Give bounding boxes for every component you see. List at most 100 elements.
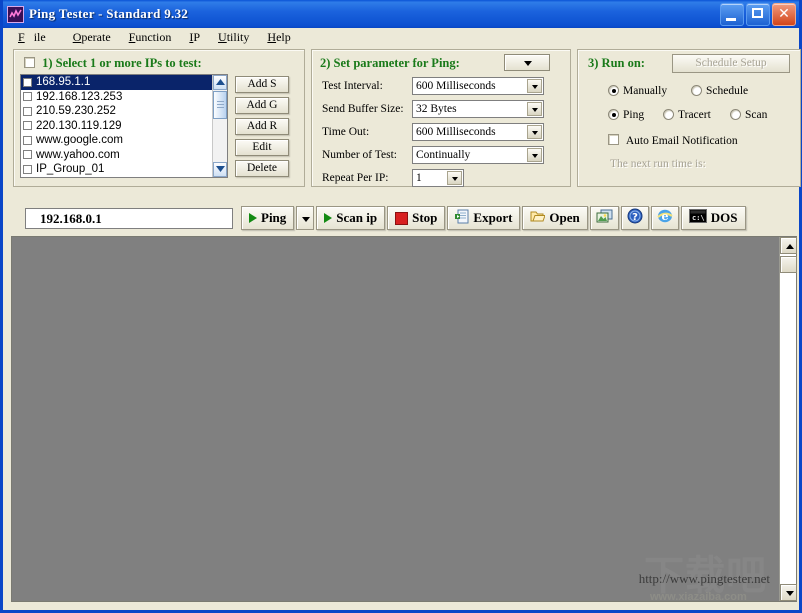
svg-text:?: ? xyxy=(632,212,638,223)
results-area: 下载吧 www.xiazaiba.com http://www.pingtest… xyxy=(11,236,797,603)
menu-item-help[interactable]: Help xyxy=(258,29,299,46)
results-scrollbar[interactable] xyxy=(779,237,797,601)
chevron-down-icon[interactable] xyxy=(447,171,462,185)
row-checkbox[interactable] xyxy=(23,77,32,87)
select-ips-group: 1) Select 1 or more IPs to test: 168.95.… xyxy=(13,49,305,187)
number-of-test-label: Number of Test: xyxy=(322,149,397,161)
ping-button[interactable]: Ping xyxy=(241,206,295,230)
screenshot-button[interactable] xyxy=(589,206,619,230)
run-on-group: 3) Run on: Schedule Setup Manually Sched… xyxy=(577,49,801,187)
ping-parameters-group: 2) Set parameter for Ping: Test Interval… xyxy=(311,49,571,187)
number-of-test-combo[interactable]: Continually xyxy=(412,146,544,164)
menu-item-operate[interactable]: Operate xyxy=(64,29,120,46)
row-checkbox[interactable] xyxy=(23,121,32,131)
ping-dropdown-button[interactable] xyxy=(296,206,315,230)
menu-item-ip[interactable]: IP xyxy=(180,29,209,46)
application-window: Ping Tester - Standard 9.32 File Operate… xyxy=(0,0,802,613)
browser-button[interactable]: e xyxy=(650,206,679,230)
dos-button[interactable]: c:\ DOS xyxy=(680,206,746,230)
edit-button[interactable]: Edit xyxy=(235,139,289,156)
row-checkbox[interactable] xyxy=(23,164,32,174)
send-buffer-size-combo[interactable]: 32 Bytes xyxy=(412,100,544,118)
radio-scan[interactable]: Scan xyxy=(730,109,767,121)
menu-bar: File Operate Function IP Utility Help xyxy=(3,28,799,47)
product-url-watermark: http://www.pingtester.net xyxy=(638,571,770,586)
radio-ping[interactable]: Ping xyxy=(608,109,644,121)
export-button[interactable]: Export xyxy=(447,206,521,230)
list-item-label: 192.168.123.253 xyxy=(36,90,123,103)
schedule-setup-button[interactable]: Schedule Setup xyxy=(672,54,790,73)
row-checkbox[interactable] xyxy=(23,106,32,116)
number-of-test-value: Continually xyxy=(416,149,471,161)
image-capture-icon xyxy=(596,209,613,228)
scroll-thumb-button[interactable] xyxy=(780,256,797,273)
close-button[interactable] xyxy=(772,3,796,26)
list-scrollbar[interactable] xyxy=(212,75,227,177)
radio-dot-icon xyxy=(691,85,702,96)
scroll-down-arrow-icon[interactable] xyxy=(780,584,797,601)
run-on-title: 3) Run on: xyxy=(588,56,645,70)
select-all-checkbox[interactable] xyxy=(24,57,35,68)
chevron-down-icon[interactable] xyxy=(527,102,542,116)
scrollbar-thumb[interactable] xyxy=(213,91,227,119)
scroll-up-arrow-icon[interactable] xyxy=(780,237,797,254)
list-item-label: 220.130.119.129 xyxy=(36,119,122,132)
add-s-button[interactable]: Add S xyxy=(235,76,289,93)
list-item[interactable]: 210.59.230.252 xyxy=(21,104,227,119)
test-interval-label: Test Interval: xyxy=(322,80,383,92)
radio-dot-icon xyxy=(608,85,619,96)
radio-dot-icon xyxy=(730,109,741,120)
time-out-combo[interactable]: 600 Milliseconds xyxy=(412,123,544,141)
play-triangle-icon xyxy=(249,213,257,223)
ip-listbox[interactable]: 168.95.1.1 192.168.123.253 210.59.230.25… xyxy=(20,74,228,178)
scroll-up-arrow-icon[interactable] xyxy=(213,75,227,90)
list-item[interactable]: 168.95.1.1 xyxy=(21,75,227,90)
ping-parameters-title: 2) Set parameter for Ping: xyxy=(320,56,460,70)
menu-item-function[interactable]: Function xyxy=(120,29,181,46)
add-r-button[interactable]: Add R xyxy=(235,118,289,135)
radio-manually[interactable]: Manually xyxy=(608,85,667,97)
chevron-down-icon[interactable] xyxy=(527,125,542,139)
row-checkbox[interactable] xyxy=(23,135,32,145)
maximize-button[interactable] xyxy=(746,3,770,26)
auto-email-notification-checkbox[interactable]: Auto Email Notification xyxy=(608,134,738,147)
chevron-down-icon[interactable] xyxy=(527,79,542,93)
repeat-per-ip-label: Repeat Per IP: xyxy=(322,172,389,184)
row-checkbox[interactable] xyxy=(23,150,32,160)
stop-button[interactable]: Stop xyxy=(387,206,446,230)
repeat-per-ip-combo[interactable]: 1 xyxy=(412,169,464,187)
add-g-button[interactable]: Add G xyxy=(235,97,289,114)
list-item-label: IP_Group_01 xyxy=(36,163,105,176)
chevron-down-icon[interactable] xyxy=(527,148,542,162)
list-item[interactable]: IP_Group_01 xyxy=(21,162,227,177)
delete-button[interactable]: Delete xyxy=(235,160,289,177)
list-item[interactable]: www.yahoo.com xyxy=(21,148,227,163)
radio-dot-icon xyxy=(663,109,674,120)
radio-tracert[interactable]: Tracert xyxy=(663,109,711,121)
list-item[interactable]: www.google.com xyxy=(21,133,227,148)
scroll-down-arrow-icon[interactable] xyxy=(213,162,227,177)
help-button[interactable]: ? xyxy=(620,206,649,230)
folder-open-icon xyxy=(530,209,547,227)
radio-schedule[interactable]: Schedule xyxy=(691,85,748,97)
parameter-preset-dropdown[interactable] xyxy=(504,54,550,71)
window-title: Ping Tester - Standard 9.32 xyxy=(29,6,189,21)
menu-item-file[interactable]: File xyxy=(9,29,64,46)
send-buffer-size-value: 32 Bytes xyxy=(416,103,457,115)
list-item-label: www.yahoo.com xyxy=(36,148,120,161)
time-out-label: Time Out: xyxy=(322,126,370,138)
list-item[interactable]: 220.130.119.129 xyxy=(21,119,227,134)
menu-item-utility[interactable]: Utility xyxy=(209,29,258,46)
time-out-value: 600 Milliseconds xyxy=(416,126,496,138)
watermark-site: www.xiazaiba.com xyxy=(650,591,747,603)
scan-ip-button[interactable]: Scan ip xyxy=(316,206,386,230)
minimize-button[interactable] xyxy=(720,3,744,26)
ip-input[interactable]: 192.168.0.1 xyxy=(25,207,233,229)
test-interval-combo[interactable]: 600 Milliseconds xyxy=(412,77,544,95)
console-prompt-icon: c:\ xyxy=(688,209,707,227)
row-checkbox[interactable] xyxy=(23,92,32,102)
open-button[interactable]: Open xyxy=(522,206,588,230)
repeat-per-ip-value: 1 xyxy=(416,172,422,184)
toolbar: 192.168.0.1 Ping Scan ip Stop Export Ope… xyxy=(3,202,799,234)
list-item[interactable]: 192.168.123.253 xyxy=(21,90,227,105)
